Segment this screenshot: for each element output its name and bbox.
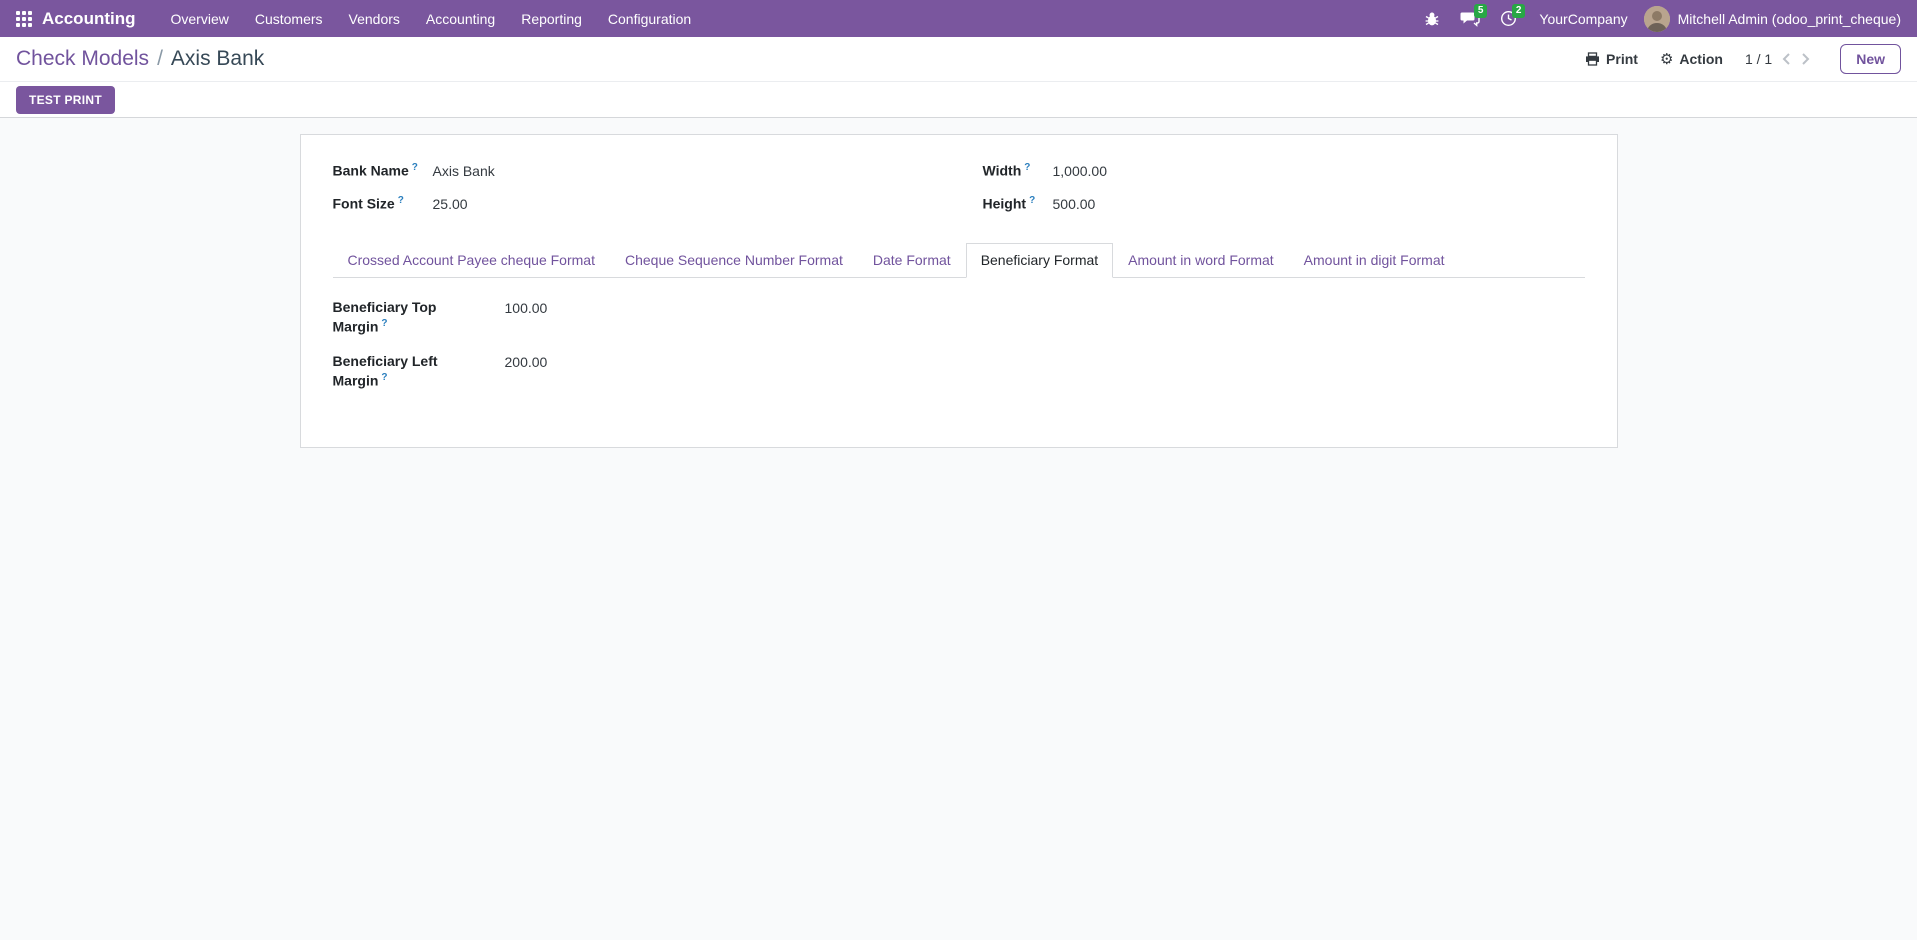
menu-item-accounting[interactable]: Accounting: [415, 5, 506, 33]
tab-amount-in-digit-format[interactable]: Amount in digit Format: [1289, 243, 1460, 278]
help-icon: ?: [1029, 194, 1036, 206]
help-icon: ?: [381, 372, 388, 384]
tab-crossed-account-payee-cheque-format[interactable]: Crossed Account Payee cheque Format: [333, 243, 610, 278]
control-panel: Check Models / Axis Bank Print ⚙ Action …: [0, 37, 1917, 82]
debug-bug-icon[interactable]: [1417, 6, 1447, 32]
font-size-value[interactable]: 25.00: [433, 194, 935, 214]
printer-icon: [1586, 52, 1600, 66]
tab-header: Crossed Account Payee cheque Format Cheq…: [332, 242, 1585, 278]
app-name[interactable]: Accounting: [42, 9, 136, 29]
new-button[interactable]: New: [1840, 44, 1901, 74]
activities-count-badge: 2: [1511, 3, 1526, 18]
help-icon: ?: [411, 162, 418, 173]
width-value[interactable]: 1,000.00: [1053, 161, 1585, 181]
help-icon: ?: [381, 317, 388, 329]
form-sheet: Bank Name? Axis Bank Font Size? 25.00 Wi…: [299, 134, 1618, 448]
user-avatar: [1643, 5, 1670, 32]
menu-item-vendors[interactable]: Vendors: [338, 5, 411, 33]
apps-grid-icon[interactable]: [16, 10, 32, 27]
messages-count-badge: 5: [1473, 3, 1488, 18]
pager: 1 / 1: [1745, 51, 1810, 67]
menu-item-reporting[interactable]: Reporting: [510, 5, 593, 33]
user-menu[interactable]: Mitchell Admin (odoo_print_cheque): [1643, 5, 1901, 32]
bank-name-label: Bank Name?: [332, 162, 418, 179]
height-label: Height?: [982, 194, 1036, 212]
width-label: Width?: [982, 162, 1031, 179]
tab-pane-beneficiary-format: Beneficiary Top Margin? 100.00 Beneficia…: [333, 278, 1585, 391]
action-label: Action: [1679, 51, 1723, 67]
height-value[interactable]: 500.00: [1053, 194, 1585, 214]
gear-icon: ⚙: [1659, 49, 1674, 68]
font-size-label: Font Size?: [332, 194, 404, 212]
breadcrumb-parent-link[interactable]: Check Models: [16, 47, 149, 71]
form-view: Bank Name? Axis Bank Font Size? 25.00 Wi…: [0, 118, 1917, 448]
breadcrumb-current: Axis Bank: [170, 47, 265, 70]
status-bar: TEST PRINT: [0, 82, 1917, 118]
field-beneficiary-top-margin: Beneficiary Top Margin? 100.00: [333, 298, 953, 336]
menu-item-customers[interactable]: Customers: [244, 5, 334, 33]
bank-name-value[interactable]: Axis Bank: [433, 161, 935, 181]
top-navbar: Accounting Overview Customers Vendors Ac…: [0, 0, 1917, 37]
user-name: Mitchell Admin (odoo_print_cheque): [1677, 10, 1901, 27]
field-width: Width? 1,000.00: [983, 161, 1585, 181]
notebook: Crossed Account Payee cheque Format Cheq…: [332, 242, 1585, 391]
previous-page-button[interactable]: [1782, 52, 1791, 66]
beneficiary-top-margin-label: Beneficiary Top Margin?: [332, 298, 437, 335]
menu-item-configuration[interactable]: Configuration: [597, 5, 702, 33]
beneficiary-top-margin-value[interactable]: 100.00: [505, 298, 953, 318]
breadcrumb-separator: /: [157, 47, 163, 70]
print-button[interactable]: Print: [1585, 51, 1638, 67]
help-icon: ?: [1024, 162, 1031, 173]
field-height: Height? 500.00: [983, 194, 1585, 214]
tab-amount-in-word-format[interactable]: Amount in word Format: [1113, 243, 1289, 278]
tab-date-format[interactable]: Date Format: [858, 243, 966, 278]
messages-icon[interactable]: 5: [1455, 3, 1488, 32]
help-icon: ?: [397, 194, 404, 206]
field-beneficiary-left-margin: Beneficiary Left Margin? 200.00: [333, 352, 953, 390]
field-font-size: Font Size? 25.00: [333, 194, 935, 214]
main-menu: Overview Customers Vendors Accounting Re…: [160, 5, 703, 33]
beneficiary-left-margin-value[interactable]: 200.00: [505, 352, 953, 372]
next-page-button[interactable]: [1801, 52, 1810, 66]
tab-cheque-sequence-number-format[interactable]: Cheque Sequence Number Format: [610, 243, 858, 278]
test-print-button[interactable]: TEST PRINT: [16, 85, 116, 114]
beneficiary-left-margin-label: Beneficiary Left Margin?: [332, 353, 438, 389]
company-switcher[interactable]: YourCompany: [1531, 11, 1635, 27]
menu-item-overview[interactable]: Overview: [160, 5, 240, 33]
activities-clock-icon[interactable]: 2: [1493, 3, 1526, 32]
field-bank-name: Bank Name? Axis Bank: [333, 161, 935, 181]
tab-beneficiary-format[interactable]: Beneficiary Format: [965, 242, 1114, 278]
pager-value[interactable]: 1 / 1: [1745, 51, 1772, 67]
print-label: Print: [1606, 51, 1638, 67]
breadcrumb: Check Models / Axis Bank: [16, 47, 264, 71]
action-button[interactable]: ⚙ Action: [1660, 51, 1723, 67]
